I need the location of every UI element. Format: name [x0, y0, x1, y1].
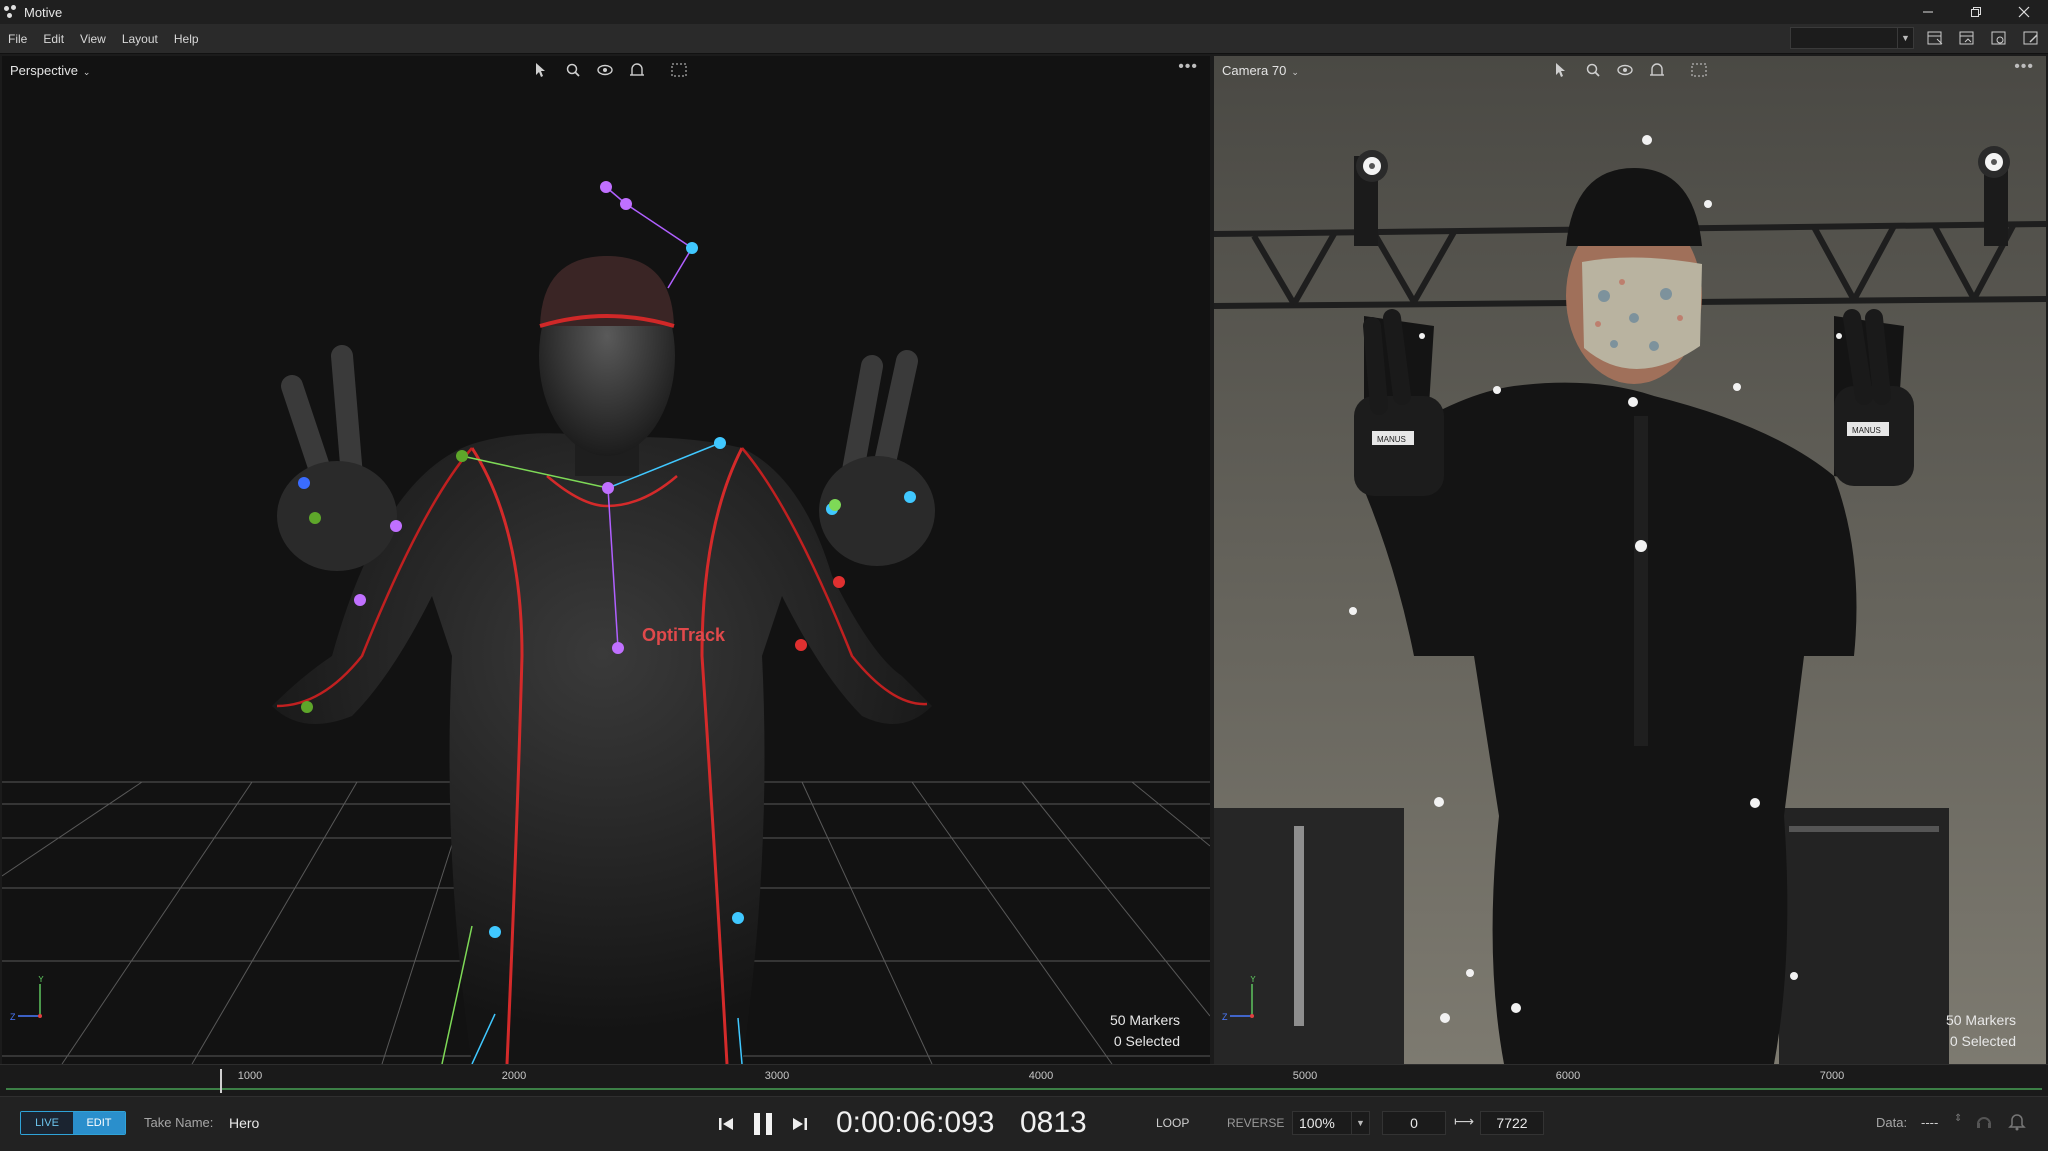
more-options-icon[interactable]: ••• — [1178, 58, 1198, 76]
frame-number-field[interactable]: 0813 — [1020, 1106, 1087, 1140]
timeline-tick: 6000 — [1555, 1070, 1581, 1082]
timeline-tick: 2000 — [501, 1070, 527, 1082]
transport-bar: LIVE EDIT Take Name: Hero 0:00:06:093 08… — [0, 1096, 2048, 1151]
notification-bell-icon[interactable] — [2008, 1111, 2026, 1136]
timeline-tick: 3000 — [764, 1070, 790, 1082]
box-select-icon[interactable] — [668, 60, 690, 80]
skip-back-icon — [719, 1118, 733, 1130]
layout-save-icon[interactable] — [1924, 27, 1946, 49]
range-start-field[interactable]: 0 — [1382, 1111, 1446, 1135]
range-icon: ⟼ — [1454, 1113, 1475, 1129]
take-name-value[interactable]: Hero — [229, 1115, 259, 1131]
perspective-viewport[interactable]: Perspective ⌄ ••• OptiTrack Y Z 50 Marke… — [2, 56, 1210, 1064]
window-title: Motive — [24, 4, 63, 20]
box-select-icon[interactable] — [1688, 60, 1710, 80]
mode-toggle: LIVE EDIT — [20, 1111, 126, 1135]
svg-text:Z: Z — [10, 1012, 16, 1022]
zoom-tool-icon[interactable] — [1582, 60, 1604, 80]
more-options-icon[interactable]: ••• — [2014, 58, 2034, 76]
camera-viewport[interactable]: MANUS MANUS Camera 70 ⌄ ••• Y Z 50 Marke… — [1214, 56, 2046, 1064]
timeline-track[interactable] — [6, 1088, 2042, 1090]
layout-dropdown[interactable]: ▼ — [1790, 27, 1914, 49]
marker-stats: 50 Markers 0 Selected — [1946, 1010, 2016, 1052]
axis-gizmo: YZ — [1222, 974, 1262, 1026]
skip-forward-icon — [793, 1118, 807, 1130]
layout-camera-icon[interactable] — [1988, 27, 2010, 49]
selected-count: 0 Selected — [1949, 1033, 2016, 1049]
previous-frame-button[interactable] — [714, 1111, 738, 1137]
layout-apply-icon[interactable] — [1956, 27, 1978, 49]
camera-video-feed: MANUS MANUS — [1214, 56, 2046, 1064]
minimize-icon — [1923, 11, 1933, 13]
timeline-tick: 4000 — [1028, 1070, 1054, 1082]
pause-icon — [754, 1113, 772, 1135]
edit-mode-button[interactable]: EDIT — [73, 1112, 125, 1134]
pause-button[interactable] — [748, 1111, 778, 1137]
close-button[interactable] — [2000, 0, 2048, 24]
camera-tool-icon[interactable] — [626, 60, 648, 80]
perspective-viewport-header: Perspective ⌄ ••• — [2, 56, 1210, 84]
menu-view[interactable]: View — [72, 32, 114, 46]
glove-label-left: MANUS — [1377, 435, 1406, 444]
reverse-toggle[interactable]: REVERSE — [1227, 1116, 1284, 1130]
chevron-down-icon: ⌄ — [1291, 66, 1299, 77]
chevron-down-icon: ⌄ — [82, 66, 91, 77]
svg-text:Y: Y — [1250, 976, 1256, 984]
loop-toggle[interactable]: LOOP — [1156, 1116, 1189, 1130]
selected-count: 0 Selected — [1113, 1033, 1180, 1049]
timeline-tick: 1000 — [237, 1070, 263, 1082]
playhead[interactable] — [220, 1069, 222, 1093]
camera-viewport-header: Camera 70 ⌄ ••• — [1214, 56, 2046, 84]
timeline-tick: 7000 — [1819, 1070, 1845, 1082]
title-bar: Motive — [0, 0, 2048, 24]
visibility-tool-icon[interactable] — [594, 60, 616, 80]
marker-count: 50 Markers — [1945, 1012, 2016, 1028]
brand-logo-text: OptiTrack — [642, 625, 726, 645]
headphones-icon[interactable] — [1974, 1111, 1994, 1136]
visibility-tool-icon[interactable] — [1614, 60, 1636, 80]
chevron-down-icon: ▼ — [1351, 1112, 1369, 1134]
data-stepper-icon[interactable]: ⇕ — [1954, 1113, 1962, 1124]
playback-speed-value: 100% — [1299, 1115, 1335, 1131]
svg-text:Z: Z — [1222, 1012, 1228, 1022]
timeline-tick: 5000 — [1292, 1070, 1318, 1082]
restore-button[interactable] — [1952, 0, 2000, 24]
menu-file[interactable]: File — [0, 32, 35, 46]
select-tool-icon[interactable] — [530, 60, 552, 80]
menu-layout[interactable]: Layout — [114, 32, 166, 46]
menu-help[interactable]: Help — [166, 32, 207, 46]
marker-stats: 50 Markers 0 Selected — [1110, 1010, 1180, 1052]
next-frame-button[interactable] — [788, 1111, 812, 1137]
avatar-body: OptiTrack — [272, 256, 935, 1064]
playback-speed-dropdown[interactable]: 100% ▼ — [1292, 1111, 1370, 1135]
perspective-scene: OptiTrack — [2, 181, 1210, 1064]
motive-logo-icon — [4, 5, 18, 19]
minimize-button[interactable] — [1904, 0, 1952, 24]
take-name-label: Take Name: — [144, 1115, 214, 1130]
svg-text:Y: Y — [38, 976, 44, 984]
data-label: Data: — [1876, 1115, 1908, 1130]
restore-icon — [1971, 7, 1981, 17]
data-value: ---- — [1921, 1115, 1939, 1130]
camera-select-dropdown[interactable]: Camera 70 ⌄ — [1222, 63, 1299, 78]
timecode-display: 0:00:06:093 — [836, 1106, 995, 1139]
timeline-scrubber[interactable]: 1000 2000 3000 4000 5000 6000 7000 — [0, 1064, 2048, 1096]
close-icon — [2018, 6, 2030, 18]
layout-edit-icon[interactable] — [2020, 27, 2042, 49]
live-mode-button[interactable]: LIVE — [21, 1112, 73, 1134]
axis-gizmo: YZ — [10, 974, 50, 1026]
glove-label-right: MANUS — [1852, 426, 1881, 435]
camera-tool-icon[interactable] — [1646, 60, 1668, 80]
menu-edit[interactable]: Edit — [35, 32, 72, 46]
select-tool-icon[interactable] — [1550, 60, 1572, 80]
zoom-tool-icon[interactable] — [562, 60, 584, 80]
range-end-field[interactable]: 7722 — [1480, 1111, 1544, 1135]
marker-count: 50 Markers — [1109, 1012, 1180, 1028]
chevron-down-icon: ▼ — [1897, 28, 1913, 48]
viewport-title-dropdown[interactable]: Perspective ⌄ — [10, 63, 90, 78]
menu-bar: File Edit View Layout Help ▼ — [0, 24, 2048, 54]
